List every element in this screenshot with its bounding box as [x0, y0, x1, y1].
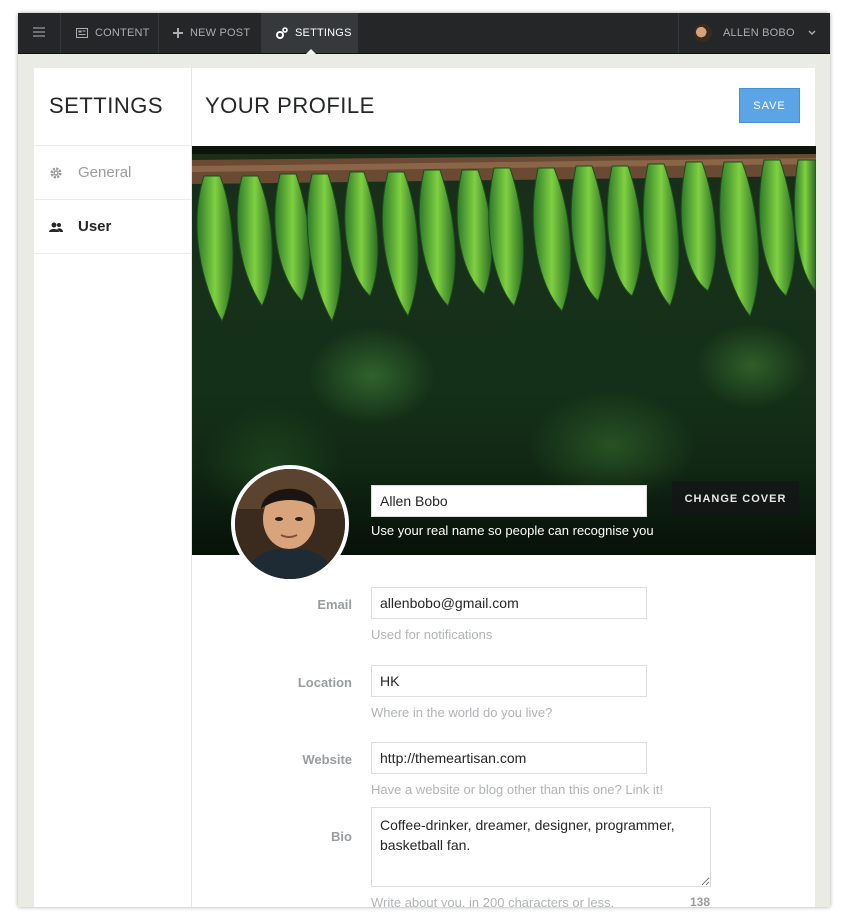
profile-content: YOUR PROFILE SAVE CHANGE COVER Allen Bob… — [192, 68, 816, 907]
user-avatar — [694, 24, 712, 42]
page-title: YOUR PROFILE — [205, 93, 375, 118]
change-cover-button[interactable]: CHANGE COVER — [672, 481, 799, 516]
active-caret — [306, 49, 316, 54]
website-hint: Have a website or blog other than this o… — [371, 782, 663, 797]
bio-character-count: 138 — [690, 895, 711, 907]
nav-new-post[interactable]: NEW POST — [159, 13, 262, 53]
app-window: CONTENT NEW POST SETTINGS ALLEN BOBO SET… — [18, 13, 830, 907]
website-field[interactable] — [371, 742, 647, 774]
name-input[interactable] — [371, 485, 647, 517]
bio-hint: Write about you, in 200 characters or le… — [371, 895, 615, 907]
settings-sidebar: SETTINGS General User — [34, 68, 192, 907]
nav-settings[interactable]: SETTINGS — [262, 13, 358, 54]
users-icon — [34, 222, 78, 232]
menu-icon — [33, 26, 45, 41]
sidebar-item-general[interactable]: General — [34, 146, 191, 199]
sidebar-item-label: User — [78, 218, 112, 235]
top-nav: CONTENT NEW POST SETTINGS ALLEN BOBO — [18, 13, 830, 54]
gear-icon — [34, 166, 78, 180]
divider — [34, 253, 191, 254]
profile-portrait — [235, 469, 345, 579]
nav-new-post-label: NEW POST — [190, 27, 251, 39]
name-hint: Use your real name so people can recogni… — [371, 523, 654, 538]
sidebar-item-label: General — [78, 164, 132, 181]
settings-panel: SETTINGS General User YOUR PROFILE SAVE — [34, 68, 816, 907]
sidebar-title: SETTINGS — [49, 93, 164, 118]
bio-label: Bio — [331, 829, 352, 844]
nav-content-label: CONTENT — [95, 27, 150, 39]
website-label: Website — [302, 752, 352, 767]
location-label: Location — [297, 675, 352, 690]
nav-settings-label: SETTINGS — [295, 27, 352, 39]
email-label: Email — [317, 597, 352, 612]
nav-menu-toggle[interactable] — [18, 13, 61, 53]
location-hint: Where in the world do you live? — [371, 705, 553, 720]
nav-user-name: ALLEN BOBO — [723, 27, 795, 39]
cogs-icon — [276, 27, 288, 39]
email-hint: Used for notifications — [371, 627, 493, 642]
email-field[interactable] — [371, 587, 647, 619]
sidebar-item-user[interactable]: User — [34, 200, 191, 253]
nav-user-menu[interactable]: ALLEN BOBO — [678, 13, 830, 53]
nav-content[interactable]: CONTENT — [61, 13, 159, 53]
content-icon — [76, 28, 88, 38]
profile-photo[interactable] — [231, 465, 349, 583]
chevron-down-icon — [808, 27, 816, 39]
bio-textarea[interactable]: Coffee-drinker, dreamer, designer, progr… — [371, 807, 711, 887]
location-field[interactable] — [371, 665, 647, 697]
save-button[interactable]: SAVE — [739, 88, 800, 123]
plus-icon — [173, 28, 183, 38]
